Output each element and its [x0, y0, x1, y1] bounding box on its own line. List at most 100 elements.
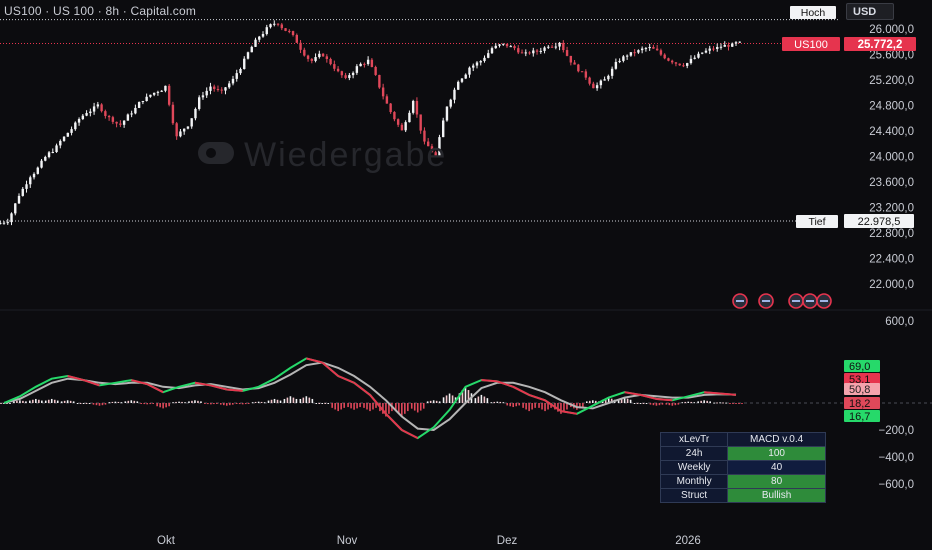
candle-down[interactable]	[344, 75, 347, 78]
candle-up[interactable]	[359, 63, 362, 67]
candle-up[interactable]	[134, 107, 137, 114]
candle-up[interactable]	[355, 66, 359, 73]
candle-down[interactable]	[310, 58, 314, 61]
candle-down[interactable]	[325, 56, 329, 59]
candle-up[interactable]	[607, 75, 610, 80]
candle-up[interactable]	[408, 112, 411, 123]
candle-up[interactable]	[479, 61, 482, 63]
candle-up[interactable]	[614, 61, 618, 69]
candle-up[interactable]	[44, 156, 47, 161]
candle-up[interactable]	[539, 50, 542, 52]
candle-up[interactable]	[716, 47, 719, 49]
candle-down[interactable]	[682, 65, 685, 67]
candle-up[interactable]	[731, 43, 734, 47]
candle-up[interactable]	[502, 43, 505, 45]
candle-up[interactable]	[442, 120, 445, 138]
candle-up[interactable]	[494, 45, 497, 49]
candle-up[interactable]	[145, 96, 148, 101]
candle-up[interactable]	[201, 95, 205, 98]
candle-up[interactable]	[490, 48, 494, 54]
candle-up[interactable]	[6, 222, 9, 224]
candle-up[interactable]	[36, 167, 39, 174]
candle-up[interactable]	[85, 113, 88, 116]
candle-up[interactable]	[81, 115, 85, 120]
candle-down[interactable]	[381, 87, 385, 97]
candle-up[interactable]	[89, 111, 92, 114]
candle-up[interactable]	[254, 39, 257, 47]
candle-up[interactable]	[449, 99, 452, 107]
candle-up[interactable]	[77, 119, 81, 123]
candle-up[interactable]	[640, 48, 644, 51]
candle-up[interactable]	[618, 60, 621, 62]
candle-up[interactable]	[483, 57, 486, 62]
candle-up[interactable]	[126, 114, 130, 121]
candle-down[interactable]	[213, 86, 216, 89]
candle-down[interactable]	[171, 104, 175, 124]
candle-down[interactable]	[167, 85, 171, 105]
candle-down[interactable]	[336, 68, 340, 72]
candle-up[interactable]	[21, 188, 24, 196]
candle-up[interactable]	[164, 85, 167, 91]
candle-down[interactable]	[115, 121, 118, 124]
candle-up[interactable]	[250, 46, 253, 53]
candle-up[interactable]	[351, 72, 355, 76]
candle-down[interactable]	[306, 55, 310, 59]
candle-down[interactable]	[415, 100, 419, 115]
candle-down[interactable]	[111, 117, 115, 122]
candle-up[interactable]	[734, 42, 738, 44]
candle-up[interactable]	[468, 67, 471, 75]
candle-up[interactable]	[622, 56, 625, 61]
candle-down[interactable]	[333, 64, 336, 69]
candle-down[interactable]	[363, 63, 366, 65]
candle-down[interactable]	[663, 54, 666, 59]
candle-up[interactable]	[149, 94, 152, 97]
candle-up[interactable]	[314, 57, 317, 61]
candle-up[interactable]	[228, 83, 231, 88]
candle-up[interactable]	[404, 122, 407, 131]
candle-up[interactable]	[96, 104, 100, 107]
candle-down[interactable]	[580, 71, 584, 73]
candle-up[interactable]	[0, 222, 2, 225]
candle-up[interactable]	[599, 80, 603, 86]
candle-down[interactable]	[670, 60, 674, 63]
candle-down[interactable]	[374, 66, 377, 75]
candle-down[interactable]	[370, 59, 374, 67]
candle-up[interactable]	[472, 65, 475, 68]
candle-down[interactable]	[419, 114, 422, 131]
candle-down[interactable]	[216, 88, 220, 90]
candle-up[interactable]	[269, 24, 272, 28]
candle-up[interactable]	[17, 195, 21, 204]
candle-up[interactable]	[261, 34, 265, 37]
candle-up[interactable]	[243, 58, 246, 70]
candle-down[interactable]	[288, 30, 291, 32]
candle-up[interactable]	[629, 52, 633, 56]
candle-down[interactable]	[674, 62, 678, 64]
candle-up[interactable]	[475, 62, 479, 66]
candle-up[interactable]	[186, 126, 190, 129]
candle-up[interactable]	[543, 47, 546, 51]
candle-up[interactable]	[318, 53, 321, 58]
candle-up[interactable]	[637, 50, 640, 53]
candle-up[interactable]	[558, 42, 561, 47]
candle-up[interactable]	[366, 59, 370, 64]
candle-down[interactable]	[652, 47, 655, 49]
candle-up[interactable]	[152, 92, 156, 95]
candle-down[interactable]	[569, 55, 573, 63]
candle-down[interactable]	[727, 44, 730, 47]
candle-down[interactable]	[513, 46, 516, 49]
candle-up[interactable]	[122, 120, 126, 125]
candle-up[interactable]	[92, 106, 96, 112]
candle-up[interactable]	[2, 222, 6, 224]
candle-down[interactable]	[299, 42, 302, 50]
candle-up[interactable]	[55, 145, 58, 153]
candle-up[interactable]	[235, 73, 238, 79]
candle-up[interactable]	[62, 136, 66, 141]
candle-down[interactable]	[633, 52, 636, 54]
candle-up[interactable]	[498, 44, 501, 46]
candle-up[interactable]	[182, 128, 186, 132]
candle-down[interactable]	[517, 48, 520, 53]
candle-down[interactable]	[573, 62, 576, 65]
candle-up[interactable]	[595, 85, 599, 89]
candle-up[interactable]	[704, 50, 708, 53]
candle-up[interactable]	[74, 122, 77, 130]
